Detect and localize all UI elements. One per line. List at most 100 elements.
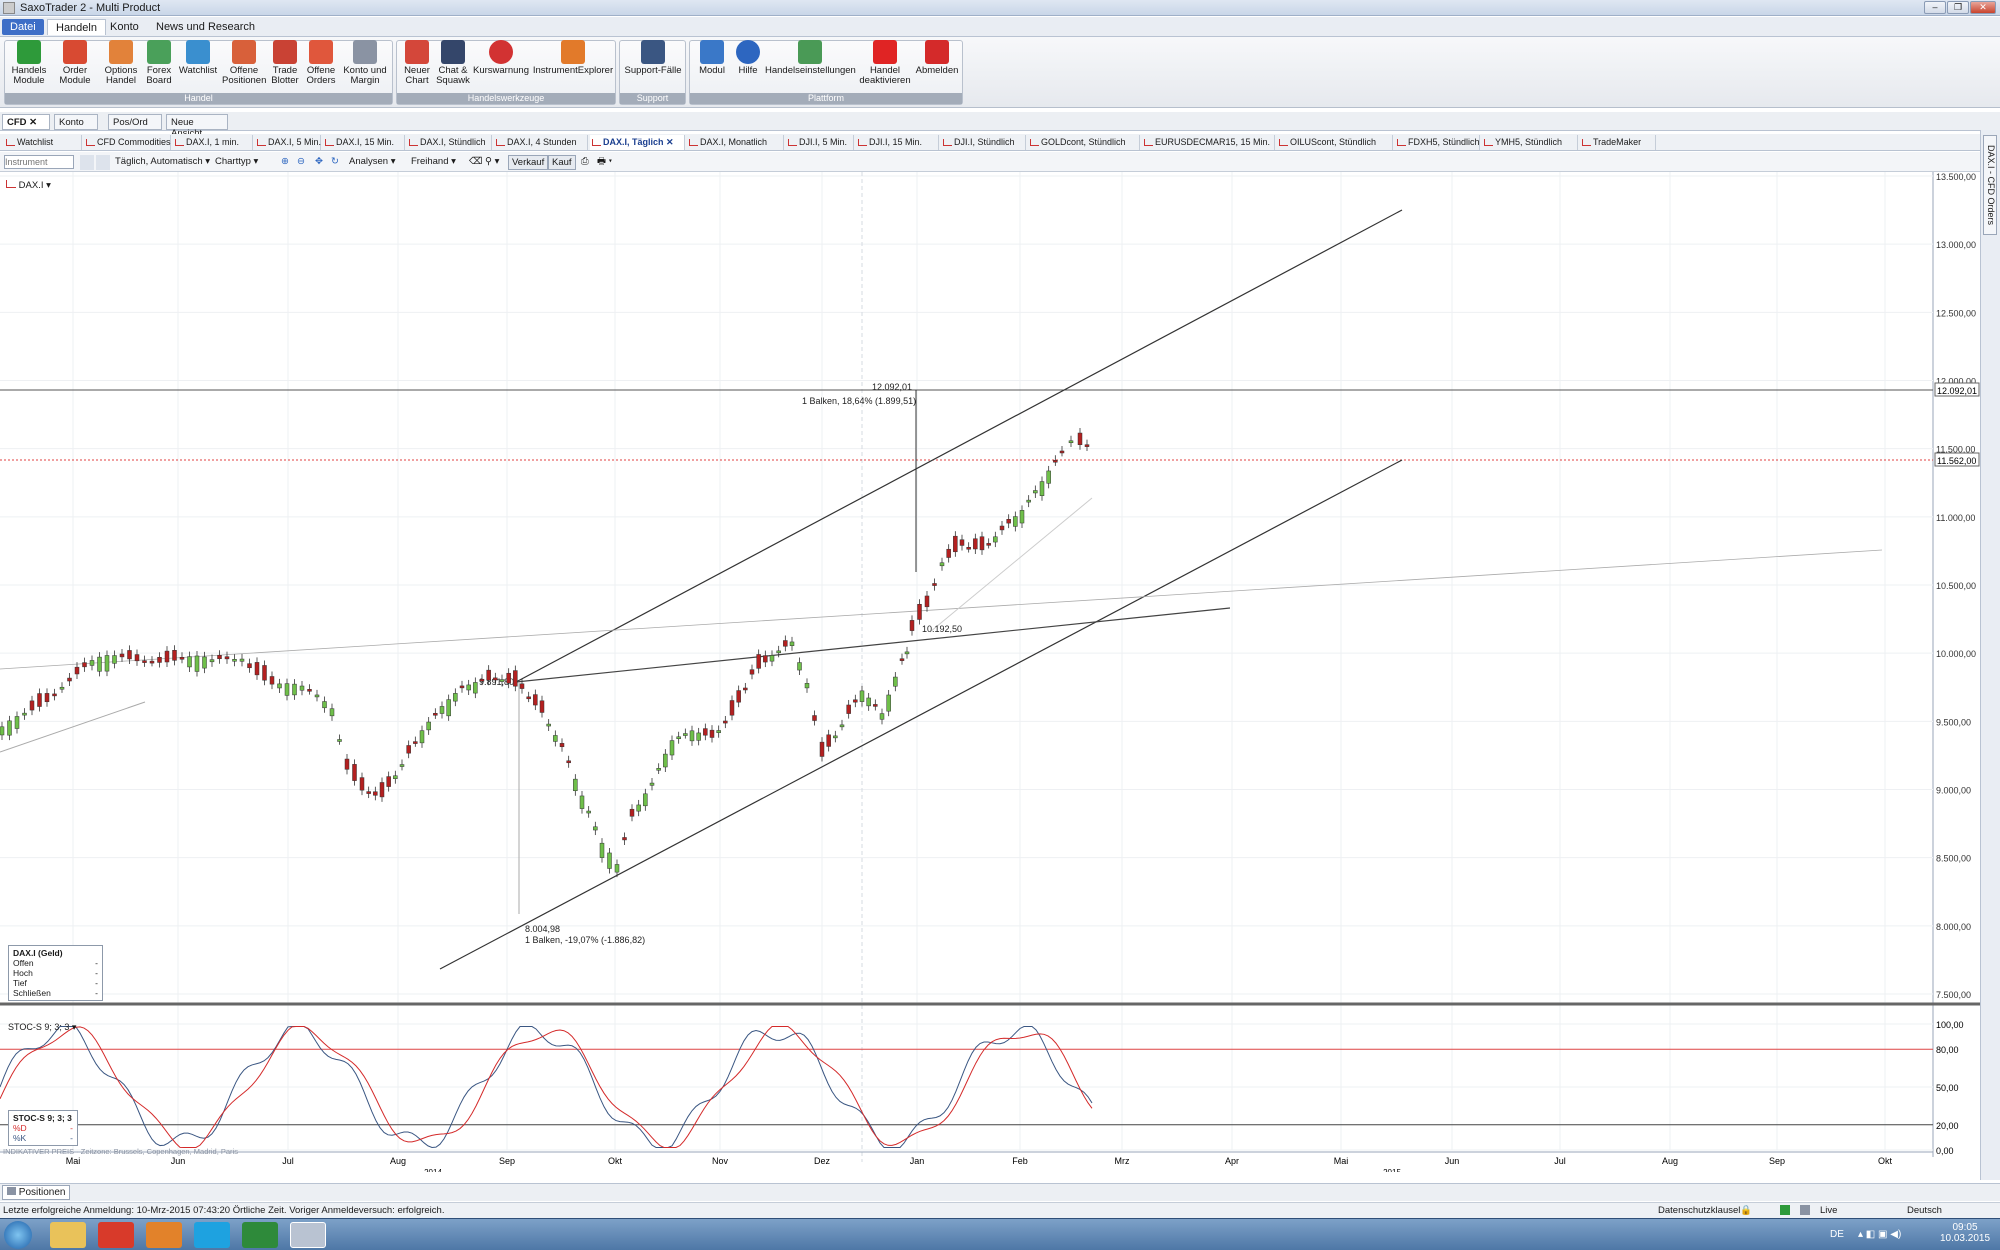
chart-tab[interactable]: DAX.I, 1 min. xyxy=(173,135,253,150)
close-icon[interactable]: ✕ xyxy=(29,117,37,128)
excel-taskbar-icon[interactable] xyxy=(242,1222,278,1248)
chart-tab[interactable]: DJI.I, 15 Min. xyxy=(856,135,939,150)
hilfe-button[interactable]: Hilfe xyxy=(733,40,763,76)
support-button[interactable]: Support-Fälle xyxy=(622,40,684,76)
print-icon[interactable]: 🖶 ▾ xyxy=(594,155,615,170)
trade-blotter-button[interactable]: Trade Blotter xyxy=(268,40,302,86)
row-label: %D xyxy=(13,1123,27,1133)
tab-neue-ansicht[interactable]: Neue Ansicht xyxy=(166,114,228,130)
tab-label: OILUScont, Stündlich xyxy=(1290,137,1376,147)
order-module-button[interactable]: Order Module xyxy=(54,40,96,86)
menu-konto[interactable]: Konto xyxy=(102,19,147,35)
instrument-selector[interactable]: DAX.I ▾ xyxy=(6,180,51,191)
watchlist-button[interactable]: Watchlist xyxy=(176,40,220,76)
clock[interactable]: 09:0510.03.2015 xyxy=(1935,1222,1995,1244)
interval-select[interactable]: Täglich, Automatisch ▾ xyxy=(112,155,213,170)
chart-tab[interactable]: DAX.I, Monatlich xyxy=(687,135,784,150)
app-taskbar-icon[interactable] xyxy=(98,1222,134,1248)
explorer-taskbar-icon[interactable] xyxy=(50,1222,86,1248)
tab-cfd[interactable]: CFD ✕ xyxy=(2,114,50,130)
chart-tab[interactable]: GOLDcont, Stündlich xyxy=(1028,135,1140,150)
analysen-select[interactable]: Analysen ▾ xyxy=(346,155,399,170)
tray-icons[interactable]: ▴ ◧ ▣ ◀) xyxy=(1858,1229,1901,1240)
chart-tab[interactable]: FDXH5, Stündlich xyxy=(1395,135,1480,150)
chart-tab[interactable]: YMH5, Stündlich xyxy=(1482,135,1578,150)
infobox-row: Hoch- xyxy=(13,968,98,978)
close-button[interactable]: ✕ xyxy=(1970,1,1996,14)
menu-news[interactable]: News und Research xyxy=(148,19,263,35)
candle-body xyxy=(427,722,431,730)
crosshair-icon[interactable]: ✥ xyxy=(312,155,326,170)
menu-handeln[interactable]: Handeln xyxy=(47,19,106,35)
chart-annotation: 8.004,98 xyxy=(525,924,560,934)
chart-tab[interactable]: DAX.I, 15 Min. xyxy=(323,135,405,150)
chart-tab[interactable]: DAX.I, Stündlich xyxy=(407,135,492,150)
chat-squawk-button[interactable]: Chat & Squawk xyxy=(436,40,470,86)
chart-tab[interactable]: OILUScont, Stündlich xyxy=(1277,135,1393,150)
tab-label: DJI.I, 15 Min. xyxy=(869,137,922,147)
candle-body xyxy=(547,724,551,726)
refresh-icon[interactable]: ↻ xyxy=(328,155,342,170)
start-button[interactable] xyxy=(4,1221,32,1249)
chart-tab[interactable]: DJI.I, Stündlich xyxy=(941,135,1026,150)
candle-body xyxy=(813,716,817,721)
offene-orders-button[interactable]: Offene Orders xyxy=(304,40,338,86)
settings-icon[interactable] xyxy=(96,155,110,170)
abmelden-button[interactable]: Abmelden xyxy=(915,40,959,76)
kauf-button[interactable]: Kauf xyxy=(548,155,576,170)
handel-deaktivieren-button[interactable]: Handel deaktivieren xyxy=(857,40,913,86)
chart-annotation: 1 Balken, -19,07% (-1.886,82) xyxy=(525,935,645,945)
price-chart[interactable]: 13.500,0013.000,0012.500,0012.000,0011.5… xyxy=(0,172,1980,1172)
freihand-select[interactable]: Freihand ▾ xyxy=(408,155,459,170)
button-label: Handelseinstellungen xyxy=(765,65,856,76)
zoom-out-icon[interactable]: ⊖ xyxy=(294,155,308,170)
zoom-in-icon[interactable]: ⊕ xyxy=(278,155,292,170)
y-tick-label: 11.000,00 xyxy=(1936,513,1975,523)
chart-tab[interactable]: EURUSDECMAR15, 15 Min. xyxy=(1142,135,1275,150)
modul-button[interactable]: Modul xyxy=(693,40,731,76)
instrument-input[interactable] xyxy=(4,155,74,169)
chart-tab[interactable]: DAX.I, Täglich ✕ xyxy=(590,135,685,150)
options-handel-button[interactable]: Options Handel xyxy=(100,40,142,86)
pin-icon[interactable]: ⚲ ▾ xyxy=(482,155,502,170)
indicator-selector[interactable]: STOC-S 9; 3; 3 ▾ xyxy=(8,1022,76,1033)
chart-pane[interactable]: 13.500,0013.000,0012.500,0012.000,0011.5… xyxy=(0,172,1980,1172)
positionen-tab[interactable]: Positionen xyxy=(2,1185,70,1200)
chart-tab[interactable]: Watchlist xyxy=(4,135,82,150)
forex-board-button[interactable]: Forex Board xyxy=(144,40,174,86)
tab-posord[interactable]: Pos/Ord xyxy=(108,114,162,130)
candle-body xyxy=(520,684,524,689)
candle-body xyxy=(15,716,19,728)
keyboard-language[interactable]: DE xyxy=(1830,1229,1844,1240)
datenschutz-link[interactable]: Datenschutzklausel xyxy=(1658,1205,1740,1216)
chart-tab[interactable]: DAX.I, 4 Stunden xyxy=(494,135,588,150)
offene-positionen-button[interactable]: Offene Positionen xyxy=(222,40,266,86)
chart-tab[interactable]: CFD Commodities xyxy=(84,135,171,150)
export-icon[interactable]: ⎙ xyxy=(578,155,592,170)
saxotrader-taskbar-icon[interactable] xyxy=(290,1222,326,1248)
maximize-button[interactable]: ❐ xyxy=(1947,1,1969,14)
cfd-orders-dock-tab[interactable]: DAX.I - CFD Orders xyxy=(1983,135,1997,235)
tab-konto[interactable]: Konto xyxy=(54,114,98,130)
close-icon[interactable]: ✕ xyxy=(664,137,674,147)
chart-tab[interactable]: DAX.I, 5 Min. xyxy=(255,135,321,150)
chart-tab[interactable]: DJI.I, 5 Min. xyxy=(786,135,854,150)
kurswarnung-button[interactable]: Kurswarnung xyxy=(472,40,530,76)
calendar-icon[interactable] xyxy=(80,155,94,170)
minimize-button[interactable]: – xyxy=(1924,1,1946,14)
neuer-chart-button[interactable]: Neuer Chart xyxy=(400,40,434,86)
skype-taskbar-icon[interactable] xyxy=(194,1222,230,1248)
candle-body xyxy=(263,665,267,680)
verkauf-button[interactable]: Verkauf xyxy=(508,155,548,170)
handels-module-button[interactable]: Handels Module xyxy=(8,40,50,86)
menu-datei[interactable]: Datei xyxy=(2,19,44,35)
instrumentexplorer-button[interactable]: InstrumentExplorer xyxy=(532,40,614,76)
firefox-taskbar-icon[interactable] xyxy=(146,1222,182,1248)
candle-body xyxy=(703,729,707,736)
charttype-select[interactable]: Charttyp ▾ xyxy=(212,155,261,170)
candle-body xyxy=(973,539,977,549)
chart-tab[interactable]: TradeMaker xyxy=(1580,135,1656,150)
konto-margin-button[interactable]: Konto und Margin xyxy=(340,40,390,86)
handelseinstellungen-button[interactable]: Handelseinstellungen xyxy=(765,40,855,76)
candle-body xyxy=(440,706,444,713)
